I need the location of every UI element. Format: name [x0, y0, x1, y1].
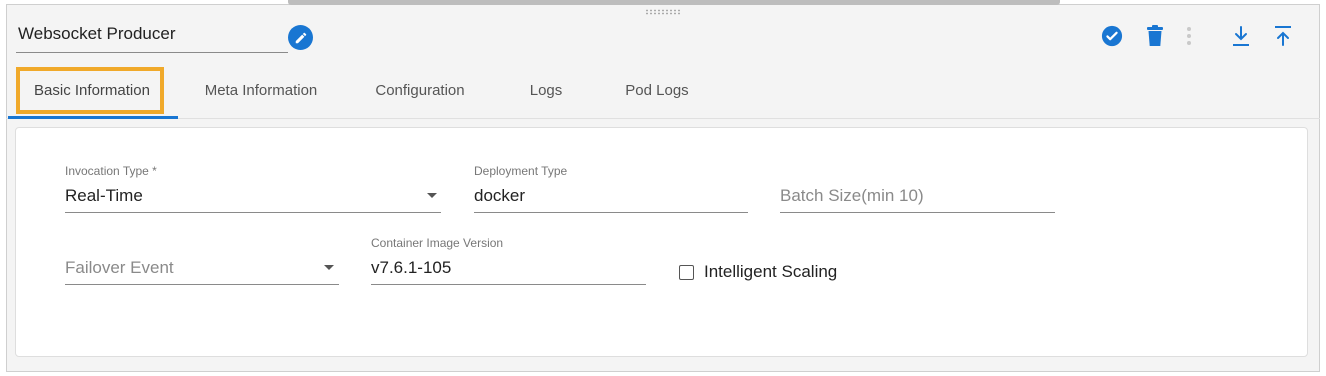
drag-grip-icon[interactable] [645, 9, 681, 15]
trash-icon[interactable] [1143, 24, 1167, 48]
tab-bar: Basic Information Meta Information Confi… [6, 56, 1320, 119]
download-icon[interactable] [1229, 24, 1253, 48]
chevron-down-icon[interactable] [324, 265, 334, 270]
basic-information-card [15, 127, 1308, 357]
batch-size-placeholder[interactable]: Batch Size(min 10) [780, 186, 924, 206]
invocation-type-label: Invocation Type * [65, 164, 157, 178]
failover-event-underline [65, 284, 339, 285]
panel-resize-handle[interactable] [288, 0, 1060, 5]
component-name-field[interactable]: Websocket Producer [16, 20, 288, 53]
failover-event-placeholder[interactable]: Failover Event [65, 258, 174, 278]
tab-configuration[interactable]: Configuration [358, 70, 482, 112]
invocation-type-underline [65, 212, 441, 213]
active-tab-indicator [8, 116, 178, 119]
deployment-type-underline [474, 212, 748, 213]
upload-icon[interactable] [1271, 24, 1295, 48]
container-image-version-value[interactable]: v7.6.1-105 [371, 258, 451, 278]
tab-pod-logs[interactable]: Pod Logs [612, 70, 702, 112]
intelligent-scaling-label[interactable]: Intelligent Scaling [704, 262, 837, 282]
deployment-type-value[interactable]: docker [474, 186, 525, 206]
more-vertical-icon[interactable] [1177, 24, 1201, 48]
tab-meta-information[interactable]: Meta Information [186, 70, 336, 112]
invocation-type-value[interactable]: Real-Time [65, 186, 143, 206]
check-circle-icon[interactable] [1100, 24, 1124, 48]
container-image-version-label: Container Image Version [371, 236, 504, 250]
component-name-value[interactable]: Websocket Producer [18, 24, 175, 44]
tab-basic-information[interactable]: Basic Information [16, 70, 168, 112]
chevron-down-icon[interactable] [427, 193, 437, 198]
container-image-version-underline [371, 284, 646, 285]
batch-size-underline [780, 212, 1055, 213]
intelligent-scaling-checkbox[interactable] [679, 265, 694, 280]
tab-logs[interactable]: Logs [514, 70, 578, 112]
pencil-icon[interactable] [288, 25, 313, 50]
deployment-type-label: Deployment Type [474, 164, 568, 178]
